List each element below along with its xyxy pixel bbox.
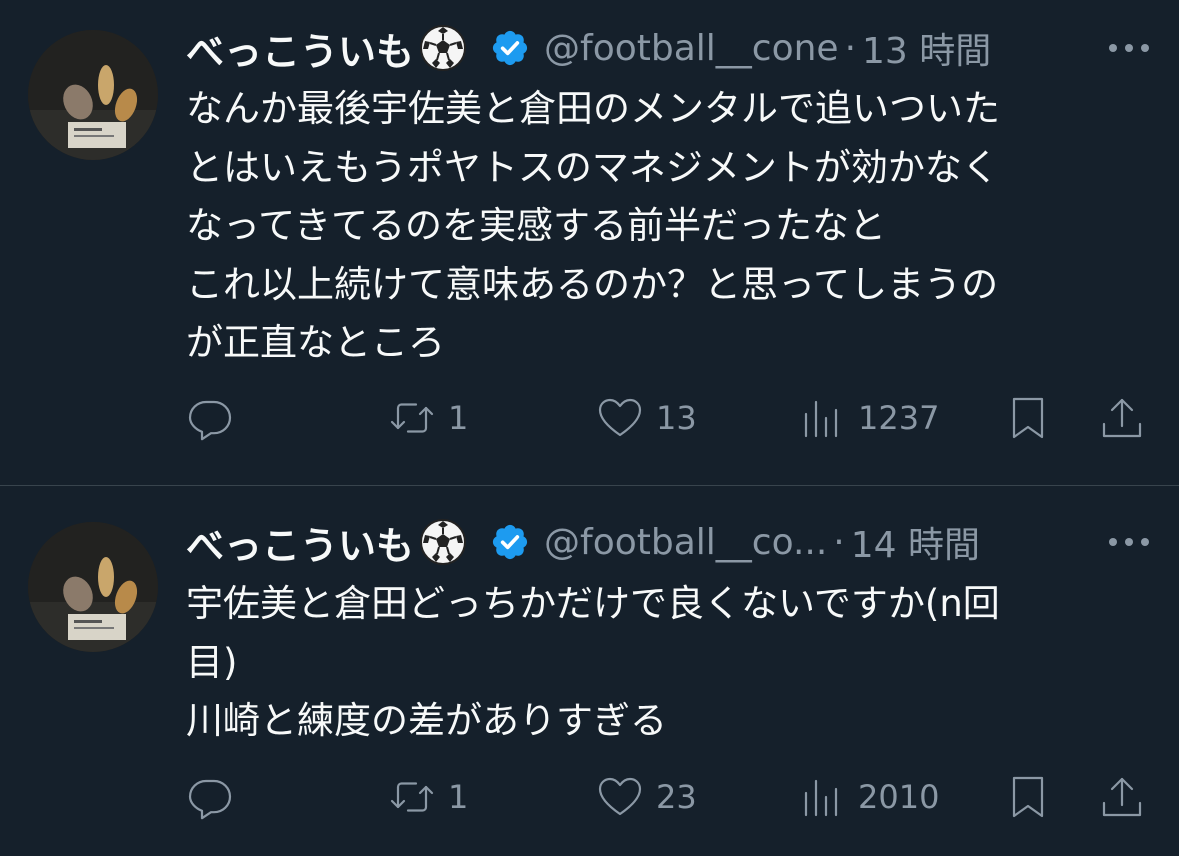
- soccer-ball-icon: [420, 519, 467, 565]
- tweet[interactable]: べっこういも @football__cone · 13 時間 なんか最後宇佐美と…: [0, 0, 1179, 486]
- views-icon: [804, 779, 838, 817]
- avatar-image: [28, 30, 158, 160]
- heart-icon: [598, 398, 642, 437]
- soccer-ball-icon: [420, 25, 467, 71]
- like-button[interactable]: 13: [596, 393, 697, 443]
- separator-dot: ·: [833, 521, 845, 563]
- display-name[interactable]: べっこういも: [186, 515, 414, 570]
- tweet-header: べっこういも @football__co... · 14 時間: [186, 512, 1159, 572]
- bookmark-button[interactable]: [1004, 772, 1052, 822]
- tweet[interactable]: べっこういも @football__co... · 14 時間 宇佐美と倉田どっ…: [0, 486, 1179, 856]
- share-button[interactable]: [1098, 393, 1146, 443]
- share-icon: [1102, 777, 1142, 817]
- verified-badge-icon: [492, 524, 528, 560]
- reply-button[interactable]: [186, 393, 246, 443]
- retweet-icon: [390, 403, 434, 433]
- avatar-image: [28, 522, 158, 652]
- heart-icon: [598, 777, 642, 816]
- timestamp[interactable]: 14 時間: [851, 516, 980, 568]
- separator-dot: ·: [844, 27, 857, 69]
- action-bar: 1 13 1237: [186, 393, 1146, 443]
- share-button[interactable]: [1098, 772, 1146, 822]
- tweet-header: べっこういも @football__cone · 13 時間: [186, 18, 1159, 78]
- view-count: 2010: [858, 778, 940, 816]
- verified-badge-icon: [492, 30, 528, 66]
- display-name[interactable]: べっこういも: [186, 21, 414, 76]
- like-button[interactable]: 23: [596, 772, 697, 822]
- retweet-count: 1: [448, 399, 469, 437]
- views-icon: [804, 400, 838, 438]
- like-count: 23: [656, 778, 697, 816]
- tweet-text: なんか最後宇佐美と倉田のメンタルで追いついた とはいえもうポヤトスのマネジメント…: [186, 87, 1000, 364]
- bookmark-icon: [1012, 397, 1044, 439]
- action-bar: 1 23 2010: [186, 772, 1146, 822]
- reply-icon: [188, 400, 232, 441]
- reply-button[interactable]: [186, 772, 246, 822]
- more-icon[interactable]: [1109, 535, 1149, 549]
- user-handle[interactable]: @football__co...: [544, 522, 827, 563]
- bookmark-button[interactable]: [1004, 393, 1052, 443]
- timestamp[interactable]: 13 時間: [862, 22, 991, 74]
- tweet-text: 宇佐美と倉田どっちかだけで良くないですか(n回 目) 川崎と練度の差がありすぎる: [186, 582, 1000, 742]
- bookmark-icon: [1012, 776, 1044, 818]
- view-count: 1237: [858, 399, 940, 437]
- views-button[interactable]: 1237: [798, 393, 939, 443]
- views-button[interactable]: 2010: [798, 772, 939, 822]
- more-icon[interactable]: [1109, 41, 1149, 55]
- retweet-button[interactable]: 1: [388, 393, 468, 443]
- share-icon: [1102, 398, 1142, 438]
- like-count: 13: [656, 399, 697, 437]
- retweet-button[interactable]: 1: [388, 772, 468, 822]
- user-handle[interactable]: @football__cone: [544, 28, 839, 69]
- avatar[interactable]: [28, 30, 158, 160]
- reply-icon: [188, 779, 232, 820]
- retweet-count: 1: [448, 778, 469, 816]
- retweet-icon: [390, 782, 434, 812]
- avatar[interactable]: [28, 522, 158, 652]
